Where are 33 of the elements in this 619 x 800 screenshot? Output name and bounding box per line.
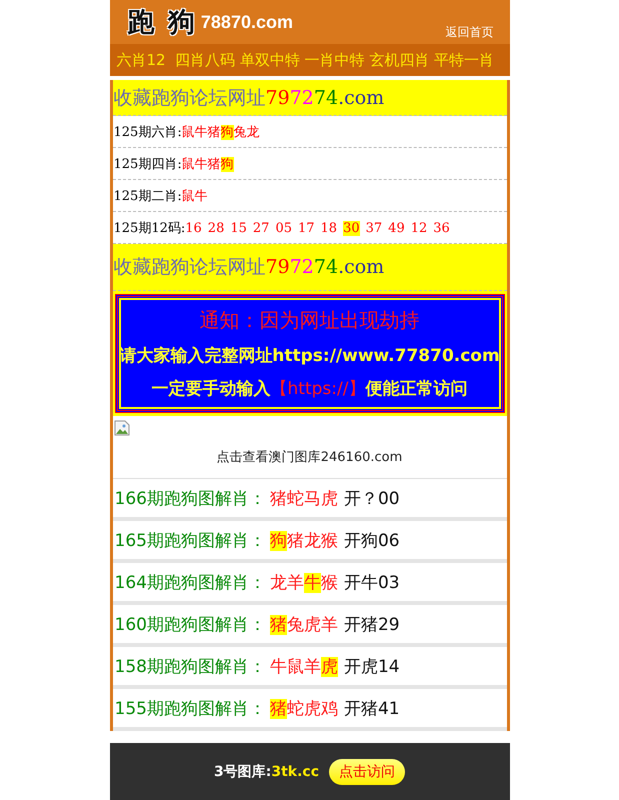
home-link[interactable]: 返回首页 [446, 24, 494, 41]
promo-text: 3号图库:3tk.cc [214, 762, 319, 780]
notice-text: 一定要手动输入【https://】便能正常访问 [152, 378, 468, 400]
history-result: 开狗06 [344, 530, 400, 552]
prediction-text: 125期二肖:鼠牛 [114, 188, 208, 204]
notice-text: 通知：因为网址出现劫持 [200, 307, 420, 334]
history-label: 155期跑狗图解肖： [114, 698, 266, 720]
history-label: 165期跑狗图解肖： [114, 530, 266, 552]
prediction-text: 125期12码:16 28 15 27 05 17 18 30 37 49 12 36 [114, 220, 451, 236]
zodiac-picks: 猪蛇马虎 [270, 488, 338, 510]
notice-text: 请大家输入完整网址https://www.77870.com [119, 345, 500, 367]
zodiac-picks: 猪蛇虎鸡 [270, 698, 338, 720]
marquee-text: 六肖12 四肖八码 单双中特 一肖中特 玄机四肖 平特一肖 [116, 50, 494, 70]
zodiac-picks: 狗猪龙猴 [270, 530, 338, 552]
site-domain: 78870.com [200, 12, 293, 32]
favorite-text: 收藏跑狗论坛网址797274.com [114, 255, 384, 280]
history-result: 开猪41 [344, 698, 400, 720]
site-logo[interactable]: 跑 狗 [128, 4, 197, 40]
history-result: 开牛03 [344, 572, 400, 594]
history-label: 158期跑狗图解肖： [114, 656, 266, 678]
history-result: 开虎14 [344, 656, 400, 678]
history-result: 开猪29 [344, 614, 400, 636]
history-label: 160期跑狗图解肖： [114, 614, 266, 636]
zodiac-picks: 龙羊牛猴 [270, 572, 338, 594]
history-label: 166期跑狗图解肖： [114, 488, 266, 510]
history-result: 开？00 [344, 488, 400, 510]
zodiac-picks: 猪兔虎羊 [270, 614, 338, 636]
history-label: 164期跑狗图解肖： [114, 572, 266, 594]
gallery-link[interactable]: 点击查看澳门图库246160.com [216, 450, 402, 465]
favorite-text: 收藏跑狗论坛网址797274.com [114, 86, 384, 110]
zodiac-picks: 牛鼠羊虎 [270, 656, 338, 678]
visit-button[interactable]: 点击访问 [329, 758, 405, 784]
broken-image-icon [114, 420, 130, 436]
